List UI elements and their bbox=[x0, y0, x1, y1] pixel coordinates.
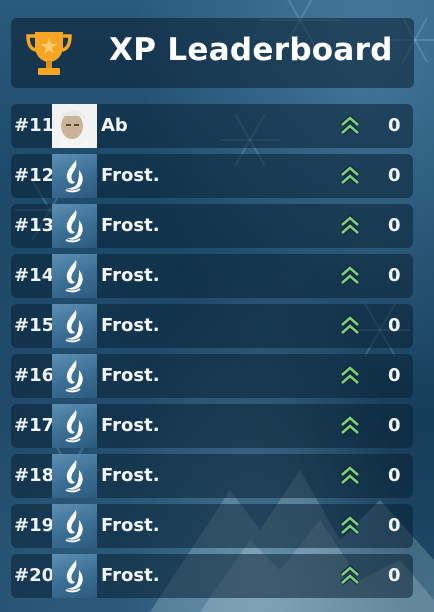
leaderboard-row[interactable]: #12 Frost. 0 bbox=[11, 154, 413, 198]
leaderboard-row[interactable]: #18 Frost. 0 bbox=[11, 454, 413, 498]
page-title: XP Leaderboard bbox=[109, 32, 393, 68]
rank-label: #18 bbox=[14, 465, 55, 486]
player-name[interactable]: Frost. bbox=[101, 565, 160, 586]
leaderboard-row[interactable]: #13 Frost. 0 bbox=[11, 204, 413, 248]
user-avatar[interactable] bbox=[52, 104, 97, 148]
frost-logo-icon[interactable] bbox=[52, 354, 97, 398]
leaderboard-row[interactable]: #17 Frost. 0 bbox=[11, 404, 413, 448]
rank-label: #15 bbox=[14, 315, 55, 336]
leaderboard-row[interactable]: #15 Frost. 0 bbox=[11, 304, 413, 348]
rank-label: #12 bbox=[14, 165, 55, 186]
frost-logo-icon[interactable] bbox=[52, 404, 97, 448]
rank-chevron-icon bbox=[339, 564, 361, 587]
xp-score: 0 bbox=[388, 265, 401, 286]
rank-label: #20 bbox=[14, 565, 55, 586]
trophy-icon bbox=[26, 32, 72, 75]
xp-score: 0 bbox=[388, 465, 401, 486]
frost-logo-icon[interactable] bbox=[52, 204, 97, 248]
rank-chevron-icon bbox=[339, 464, 361, 487]
xp-score: 0 bbox=[388, 315, 401, 336]
player-name[interactable]: Frost. bbox=[101, 215, 160, 236]
frost-logo-icon[interactable] bbox=[52, 554, 97, 598]
rank-chevron-icon bbox=[339, 414, 361, 437]
rank-label: #17 bbox=[14, 415, 55, 436]
frost-logo-icon[interactable] bbox=[52, 154, 97, 198]
xp-score: 0 bbox=[388, 515, 401, 536]
player-name[interactable]: Frost. bbox=[101, 515, 160, 536]
frost-logo-icon[interactable] bbox=[52, 304, 97, 348]
frost-logo-icon[interactable] bbox=[52, 504, 97, 548]
xp-score: 0 bbox=[388, 115, 401, 136]
leaderboard-header: XP Leaderboard bbox=[11, 18, 414, 88]
rank-label: #11 bbox=[14, 115, 55, 136]
rank-chevron-icon bbox=[339, 514, 361, 537]
player-name[interactable]: Ab bbox=[101, 115, 128, 136]
xp-score: 0 bbox=[388, 565, 401, 586]
player-name[interactable]: Frost. bbox=[101, 365, 160, 386]
rank-chevron-icon bbox=[339, 364, 361, 387]
player-name[interactable]: Frost. bbox=[101, 415, 160, 436]
xp-score: 0 bbox=[388, 165, 401, 186]
rank-label: #14 bbox=[14, 265, 55, 286]
frost-logo-icon[interactable] bbox=[52, 254, 97, 298]
player-name[interactable]: Frost. bbox=[101, 165, 160, 186]
leaderboard-row[interactable]: #20 Frost. 0 bbox=[11, 554, 413, 598]
rank-chevron-icon bbox=[339, 314, 361, 337]
rank-chevron-icon bbox=[339, 214, 361, 237]
leaderboard-row[interactable]: #11 Ab 0 bbox=[11, 104, 413, 148]
player-name[interactable]: Frost. bbox=[101, 265, 160, 286]
rank-chevron-icon bbox=[339, 164, 361, 187]
rank-label: #19 bbox=[14, 515, 55, 536]
leaderboard-row[interactable]: #14 Frost. 0 bbox=[11, 254, 413, 298]
rank-chevron-icon bbox=[339, 114, 361, 137]
rank-label: #16 bbox=[14, 365, 55, 386]
frost-logo-icon[interactable] bbox=[52, 454, 97, 498]
player-name[interactable]: Frost. bbox=[101, 465, 160, 486]
leaderboard-row[interactable]: #19 Frost. 0 bbox=[11, 504, 413, 548]
rank-label: #13 bbox=[14, 215, 55, 236]
xp-score: 0 bbox=[388, 365, 401, 386]
xp-score: 0 bbox=[388, 215, 401, 236]
leaderboard-row[interactable]: #16 Frost. 0 bbox=[11, 354, 413, 398]
xp-score: 0 bbox=[388, 415, 401, 436]
rank-chevron-icon bbox=[339, 264, 361, 287]
player-name[interactable]: Frost. bbox=[101, 315, 160, 336]
